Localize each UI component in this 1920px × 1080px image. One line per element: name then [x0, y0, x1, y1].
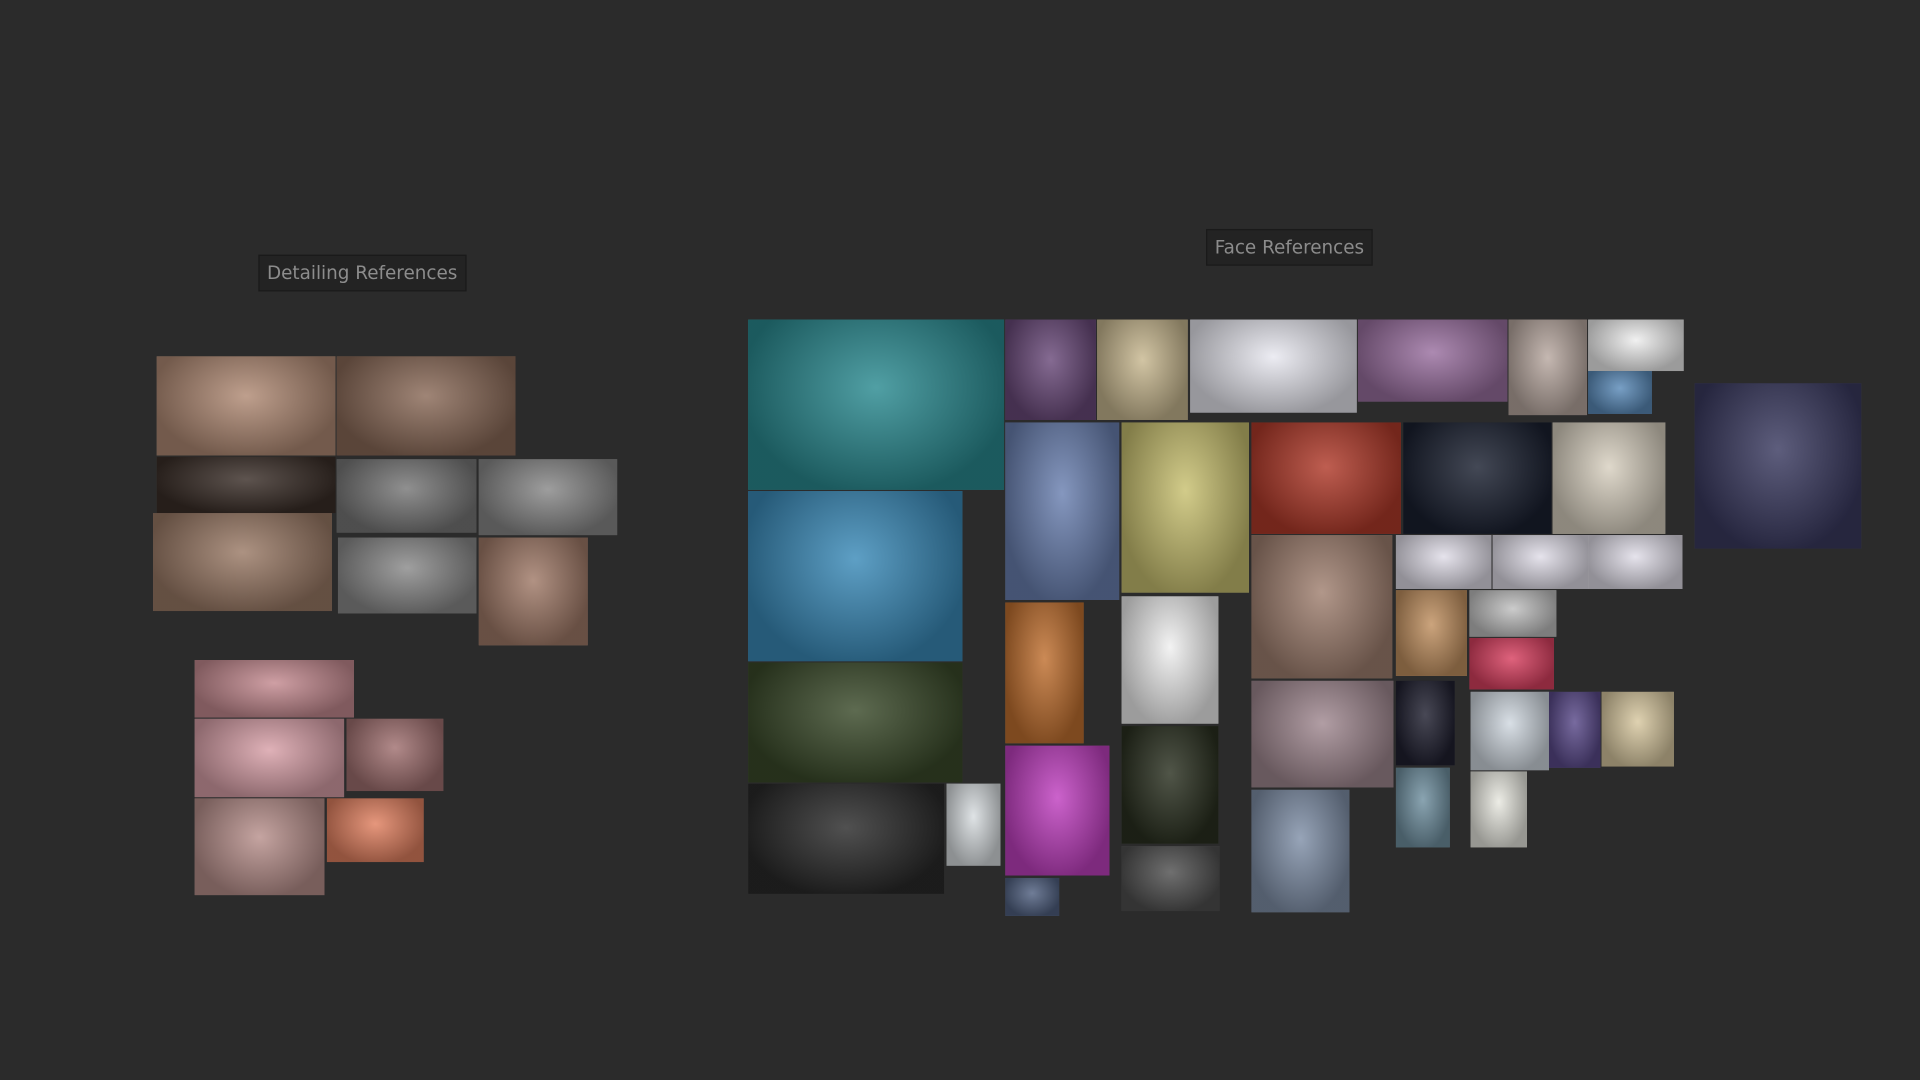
reference-image[interactable] — [748, 319, 1005, 490]
group-label-face-references[interactable]: Face References — [1206, 228, 1373, 266]
reference-image[interactable] — [1190, 319, 1357, 413]
reference-image[interactable] — [1508, 319, 1587, 416]
reference-image[interactable] — [194, 718, 345, 798]
reference-image[interactable] — [1005, 319, 1096, 421]
reference-image[interactable] — [156, 356, 336, 456]
reference-image[interactable] — [336, 459, 477, 533]
reference-image[interactable] — [1552, 422, 1666, 534]
reference-image[interactable] — [1588, 371, 1652, 414]
reference-image[interactable] — [1005, 877, 1060, 916]
reference-image[interactable] — [1588, 319, 1684, 372]
reference-image[interactable] — [1005, 422, 1120, 601]
reference-image[interactable] — [1694, 383, 1862, 549]
reference-image[interactable] — [748, 491, 963, 662]
reference-image[interactable] — [1005, 602, 1084, 744]
reference-image[interactable] — [1121, 726, 1219, 844]
reference-image[interactable] — [1395, 767, 1450, 848]
reference-board[interactable]: Detailing References Face References — [0, 0, 1920, 1080]
reference-image[interactable] — [1470, 691, 1549, 771]
reference-image[interactable] — [1601, 691, 1674, 767]
reference-image[interactable] — [1548, 691, 1601, 768]
reference-image[interactable] — [1469, 637, 1554, 690]
reference-image[interactable] — [1121, 422, 1249, 593]
reference-image[interactable] — [1395, 590, 1467, 676]
reference-image[interactable] — [336, 356, 516, 456]
reference-image[interactable] — [1251, 680, 1394, 788]
reference-image[interactable] — [346, 718, 444, 792]
reference-image[interactable] — [478, 537, 588, 646]
reference-image[interactable] — [194, 798, 325, 896]
reference-image[interactable] — [1588, 535, 1683, 589]
reference-image[interactable] — [1357, 319, 1508, 402]
reference-image[interactable] — [748, 783, 945, 894]
reference-image[interactable] — [156, 456, 336, 514]
reference-image[interactable] — [1403, 422, 1552, 534]
reference-image[interactable] — [478, 459, 618, 536]
reference-image[interactable] — [153, 513, 332, 612]
reference-image[interactable] — [1121, 846, 1220, 912]
reference-image[interactable] — [1251, 422, 1401, 534]
reference-image[interactable] — [326, 798, 424, 863]
reference-image[interactable] — [1470, 771, 1527, 848]
reference-image[interactable] — [1492, 535, 1589, 589]
reference-image[interactable] — [1395, 535, 1492, 589]
reference-image[interactable] — [1251, 535, 1393, 679]
reference-image[interactable] — [748, 662, 963, 783]
reference-image[interactable] — [1251, 789, 1350, 913]
reference-image[interactable] — [1121, 596, 1219, 724]
reference-image[interactable] — [1469, 590, 1557, 637]
reference-image[interactable] — [194, 660, 354, 718]
reference-image[interactable] — [337, 537, 477, 614]
reference-image[interactable] — [1395, 680, 1455, 766]
reference-image[interactable] — [1005, 745, 1110, 876]
group-label-detailing-references[interactable]: Detailing References — [258, 254, 466, 292]
reference-image[interactable] — [1097, 319, 1188, 421]
reference-image[interactable] — [946, 783, 1001, 866]
